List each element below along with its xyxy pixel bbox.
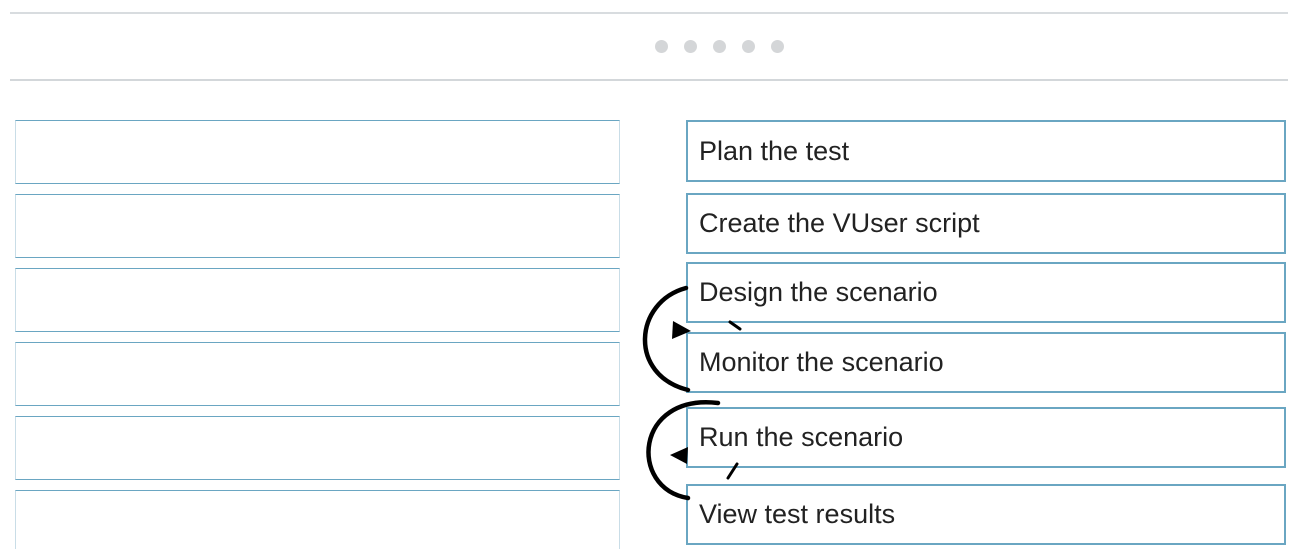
action-item-label: Run the scenario xyxy=(699,422,904,452)
action-item-monitor-scenario[interactable]: Monitor the scenario xyxy=(686,332,1286,393)
answer-slot-5[interactable] xyxy=(15,416,620,480)
answer-slot-4[interactable] xyxy=(15,342,620,406)
action-item-design-scenario[interactable]: Design the scenario xyxy=(686,262,1286,323)
page-dot[interactable] xyxy=(742,40,755,53)
page-dot[interactable] xyxy=(655,40,668,53)
drag-drop-question: Plan the test Create the VUser script De… xyxy=(0,0,1290,549)
answer-slot-6[interactable] xyxy=(15,490,620,549)
answer-slot-3[interactable] xyxy=(15,268,620,332)
answer-slot-2[interactable] xyxy=(15,194,620,258)
answer-slot-1[interactable] xyxy=(15,120,620,184)
header-divider xyxy=(10,79,1288,81)
action-item-create-vuser-script[interactable]: Create the VUser script xyxy=(686,193,1286,254)
action-item-label: Create the VUser script xyxy=(699,208,980,238)
action-item-plan-test[interactable]: Plan the test xyxy=(686,120,1286,182)
action-item-label: Plan the test xyxy=(699,135,850,166)
action-item-run-scenario[interactable]: Run the scenario xyxy=(686,407,1286,468)
action-item-label: Monitor the scenario xyxy=(699,347,944,377)
page-indicator xyxy=(655,40,784,53)
action-item-label: View test results xyxy=(699,499,896,529)
page-dot[interactable] xyxy=(771,40,784,53)
top-divider xyxy=(10,12,1288,14)
page-dot[interactable] xyxy=(684,40,697,53)
action-item-view-test-results[interactable]: View test results xyxy=(686,484,1286,545)
page-dot[interactable] xyxy=(713,40,726,53)
action-item-label: Design the scenario xyxy=(699,277,938,307)
